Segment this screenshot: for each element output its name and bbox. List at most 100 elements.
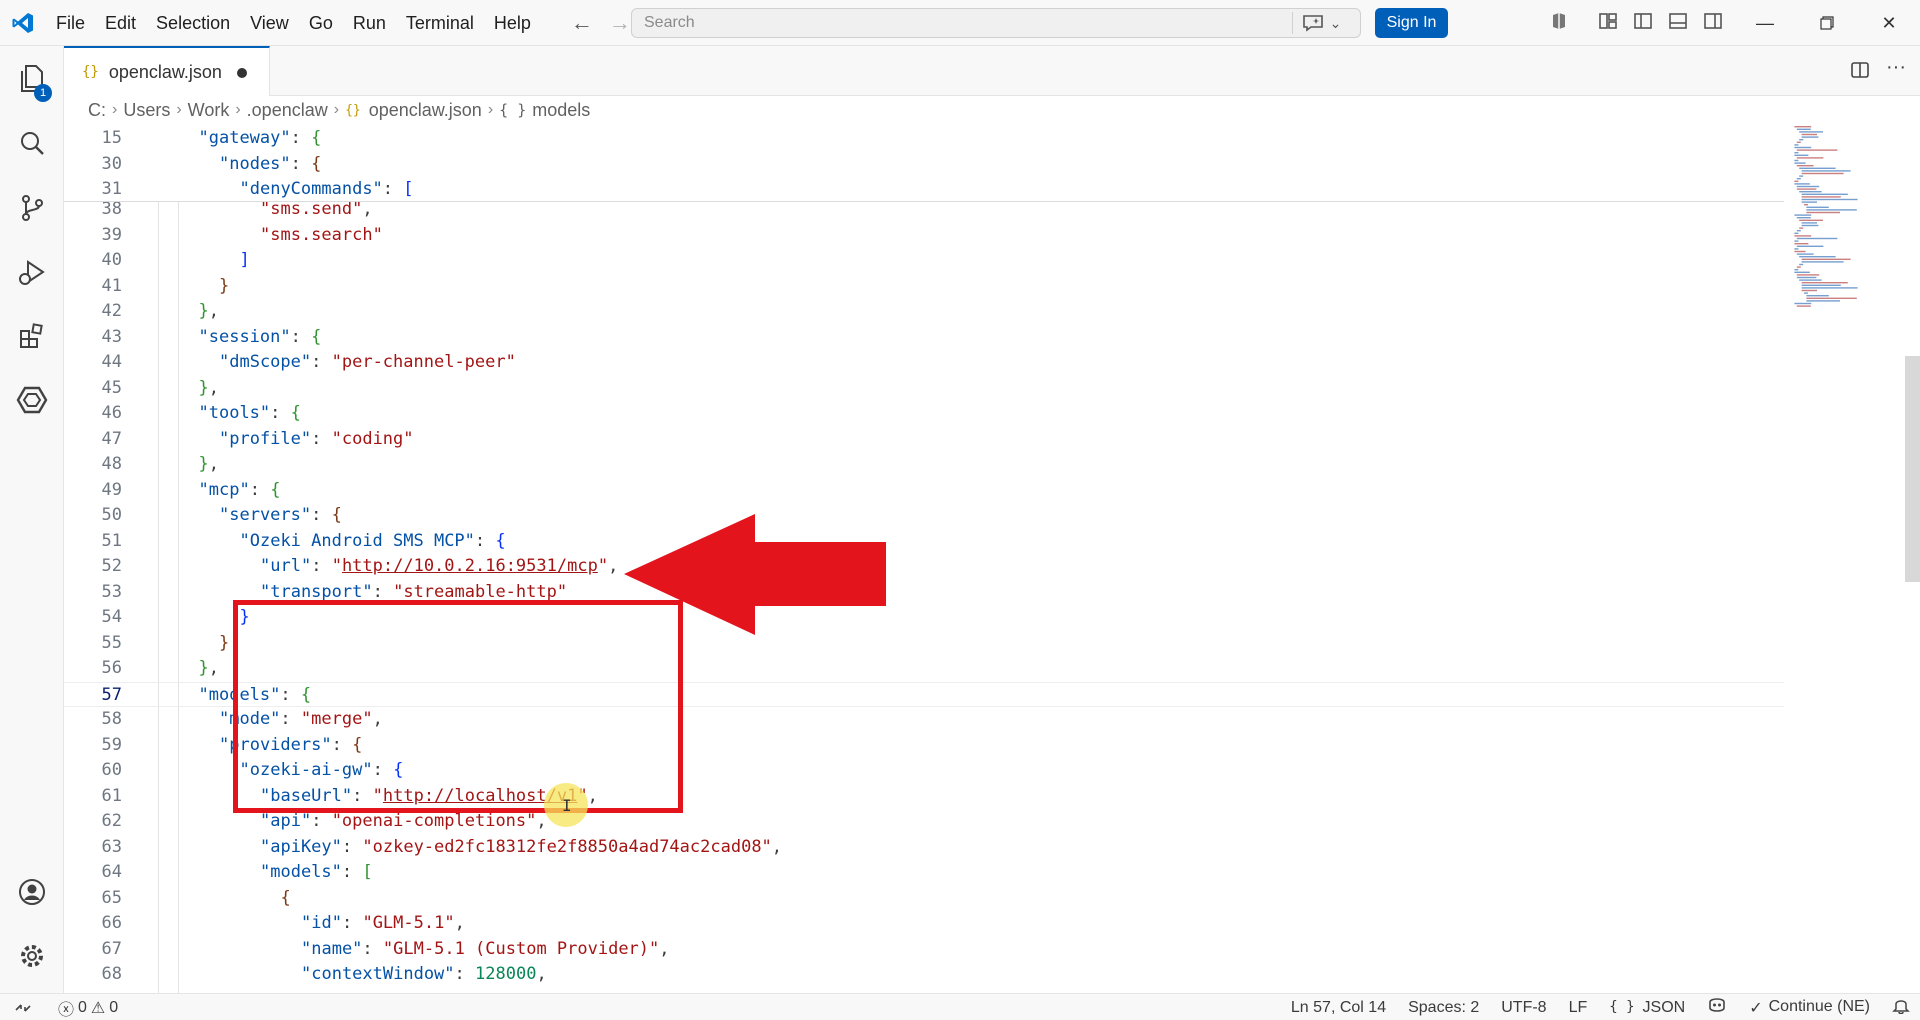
source-control-icon[interactable]: [0, 180, 64, 236]
vertical-scrollbar[interactable]: [1905, 124, 1920, 993]
menu-item-go[interactable]: Go: [299, 0, 343, 46]
minimap[interactable]: [1790, 124, 1900, 993]
remote-indicator-icon[interactable]: [0, 994, 46, 1020]
problems-indicator[interactable]: ⓧ 0 ⚠ 0: [58, 996, 118, 1020]
chevron-right-icon: ›: [235, 101, 241, 118]
line-number: 53: [101, 581, 122, 602]
code-line[interactable]: 50 "servers": {: [64, 503, 1784, 529]
toggle-panel-icon[interactable]: [1667, 10, 1689, 32]
code-line[interactable]: 51 "Ozeki Android SMS MCP": {: [64, 529, 1784, 555]
code-line[interactable]: 46 "tools": {: [64, 401, 1784, 427]
scrollbar-thumb[interactable]: [1905, 356, 1920, 582]
unsaved-dot-icon[interactable]: [237, 68, 247, 78]
code-line[interactable]: 39 "sms.search": [64, 223, 1784, 249]
sign-in-button[interactable]: Sign In: [1375, 8, 1448, 38]
code-line[interactable]: 49 "mcp": {: [64, 478, 1784, 504]
minimap-line: [1794, 248, 1799, 250]
tab-openclaw-json[interactable]: {} openclaw.json: [64, 46, 270, 96]
code-line[interactable]: 44 "dmScope": "per-channel-peer": [64, 350, 1784, 376]
minimap-line: [1796, 230, 1801, 232]
minimap-line: [1794, 269, 1799, 271]
code-line[interactable]: 63 "apiKey": "ozkey-ed2fc18312fe2f8850a4…: [64, 835, 1784, 861]
breadcrumb-item[interactable]: openclaw.json: [369, 100, 482, 121]
code-line[interactable]: 47 "profile": "coding": [64, 427, 1784, 453]
close-icon[interactable]: ✕: [1858, 0, 1920, 46]
code-line[interactable]: 68 "contextWindow": 128000,: [64, 962, 1784, 988]
code-line[interactable]: 31 "denyCommands": [: [64, 177, 1784, 203]
end-of-line[interactable]: LF: [1569, 999, 1588, 1017]
warning-icon: ⚠: [90, 999, 106, 1017]
code-line[interactable]: 52 "url": "http://10.0.2.16:9531/mcp",: [64, 554, 1784, 580]
minimap-line: [1796, 141, 1801, 143]
line-number: 63: [101, 836, 122, 857]
menu-item-file[interactable]: File: [46, 0, 95, 46]
settings-gear-icon[interactable]: [0, 928, 64, 984]
breadcrumb-item[interactable]: C:: [88, 100, 106, 121]
language-mode[interactable]: { } JSON: [1609, 999, 1685, 1017]
code-line[interactable]: 15 "gateway": {: [64, 126, 1784, 152]
menu-item-help[interactable]: Help: [484, 0, 541, 46]
breadcrumb-item[interactable]: models: [532, 100, 590, 121]
back-arrow-icon[interactable]: ←: [569, 10, 595, 36]
search-icon[interactable]: [0, 116, 64, 172]
menu-item-terminal[interactable]: Terminal: [396, 0, 484, 46]
split-editor-icon[interactable]: [1850, 60, 1870, 85]
code-line[interactable]: 42 },: [64, 299, 1784, 325]
code-text: "Ozeki Android SMS MCP": {: [239, 530, 506, 551]
remote-explorer-icon[interactable]: [0, 372, 64, 428]
code-line[interactable]: 43 "session": {: [64, 325, 1784, 351]
code-line[interactable]: 30 "nodes": {: [64, 152, 1784, 178]
toggle-primary-sidebar-icon[interactable]: [1632, 10, 1654, 32]
continue-status[interactable]: ✓ Continue (NE): [1749, 998, 1870, 1018]
code-line[interactable]: 45 },: [64, 376, 1784, 402]
restore-icon[interactable]: [1796, 0, 1858, 46]
chat-button[interactable]: ⌄: [1292, 12, 1350, 34]
code-text: "profile": "coding": [219, 428, 414, 449]
minimap-line: [1799, 167, 1836, 169]
code-line[interactable]: 66 "id": "GLM-5.1",: [64, 911, 1784, 937]
breadcrumb-item[interactable]: Users: [123, 100, 170, 121]
navigation-arrows: ← →: [569, 10, 633, 36]
code-text: }: [219, 632, 230, 653]
code-line[interactable]: 41 }: [64, 274, 1784, 300]
run-debug-icon[interactable]: [0, 244, 64, 300]
minimap-line: [1796, 245, 1824, 247]
indentation[interactable]: Spaces: 2: [1408, 999, 1479, 1017]
menu-item-run[interactable]: Run: [343, 0, 396, 46]
code-line[interactable]: 64 "models": [: [64, 860, 1784, 886]
code-editor[interactable]: 15 "gateway": {30 "nodes": {31 "denyComm…: [64, 124, 1920, 993]
extensions-icon[interactable]: [0, 308, 64, 364]
customize-layout-icon[interactable]: [1597, 10, 1619, 32]
code-line[interactable]: 48 },: [64, 452, 1784, 478]
breadcrumb-item[interactable]: .openclaw: [247, 100, 328, 121]
code-line[interactable]: 67 "name": "GLM-5.1 (Custom Provider)",: [64, 937, 1784, 963]
copilot-icon[interactable]: [1548, 10, 1570, 32]
copilot-status-icon[interactable]: [1707, 996, 1727, 1019]
minimap-line: [1804, 292, 1808, 294]
line-number: 67: [101, 938, 122, 959]
encoding[interactable]: UTF-8: [1501, 999, 1546, 1017]
code-text: "session": {: [198, 326, 322, 347]
notifications-bell-icon[interactable]: [1892, 996, 1910, 1019]
minimize-icon[interactable]: —: [1734, 0, 1796, 46]
toggle-secondary-sidebar-icon[interactable]: [1702, 10, 1724, 32]
menu-item-edit[interactable]: Edit: [95, 0, 146, 46]
menu-item-selection[interactable]: Selection: [146, 0, 240, 46]
breadcrumb-item[interactable]: Work: [188, 100, 230, 121]
forward-arrow-icon[interactable]: →: [607, 10, 633, 36]
line-number: 46: [101, 403, 122, 423]
explorer-icon[interactable]: 1: [0, 50, 64, 106]
command-center-search[interactable]: Search ⌄: [631, 8, 1361, 38]
code-text: "contextWindow": 128000,: [301, 964, 547, 984]
code-line[interactable]: 40 ]: [64, 248, 1784, 274]
more-actions-icon[interactable]: ···: [1886, 56, 1906, 79]
chevron-right-icon: ›: [112, 101, 118, 118]
sticky-scroll[interactable]: 15 "gateway": {30 "nodes": {31 "denyComm…: [64, 124, 1784, 202]
minimap-line: [1794, 146, 1812, 149]
code-line[interactable]: 65 {: [64, 886, 1784, 912]
cursor-position[interactable]: Ln 57, Col 14: [1291, 999, 1386, 1017]
menu-item-view[interactable]: View: [240, 0, 299, 46]
account-icon[interactable]: [0, 864, 64, 920]
line-number: 56: [101, 658, 122, 678]
line-number: 51: [101, 530, 122, 551]
